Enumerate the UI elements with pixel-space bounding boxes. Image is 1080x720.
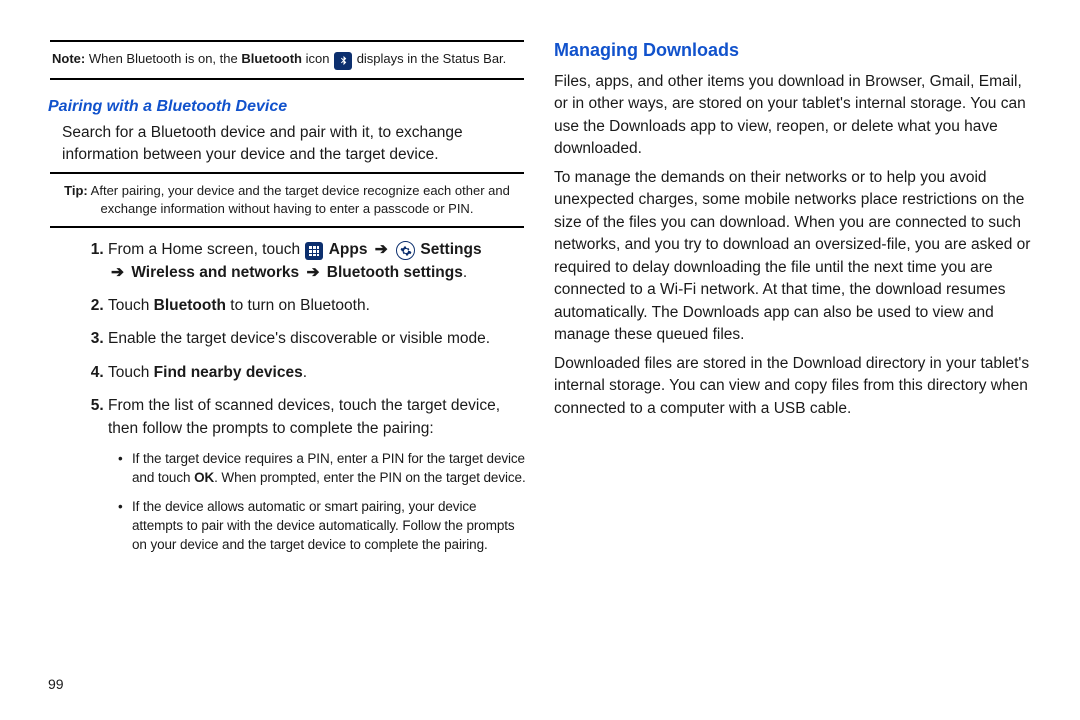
s5text: From the list of scanned devices, touch … <box>108 397 500 437</box>
downloads-p1: Files, apps, and other items you downloa… <box>554 71 1032 161</box>
gear-icon <box>396 241 415 260</box>
note-bold: Bluetooth <box>241 51 302 66</box>
left-column: Note: When Bluetooth is on, the Bluetoot… <box>48 36 526 720</box>
bluetooth-icon <box>334 52 352 70</box>
apps-label: Apps <box>329 241 368 258</box>
note-text: Note: When Bluetooth is on, the Bluetoot… <box>50 46 524 74</box>
downloads-p3: Downloaded files are stored in the Downl… <box>554 353 1032 420</box>
arrow-icon <box>372 241 391 258</box>
sub1b: OK <box>194 470 214 485</box>
note-part1: When Bluetooth is on, the <box>89 51 241 66</box>
step1-tail: . <box>463 264 467 281</box>
step-5: From the list of scanned devices, touch … <box>108 394 526 555</box>
step-3: Enable the target device's discoverable … <box>108 327 526 350</box>
right-column: Managing Downloads Files, apps, and othe… <box>554 36 1032 720</box>
s2a: Touch <box>108 297 154 314</box>
note-tail: displays in the Status Bar. <box>357 51 507 66</box>
arrow-icon <box>108 264 127 281</box>
page: Note: When Bluetooth is on, the Bluetoot… <box>0 0 1080 720</box>
tip-block: Tip: After pairing, your device and the … <box>48 172 526 227</box>
step-1: From a Home screen, touch Apps Settings … <box>108 238 526 285</box>
settings-label: Settings <box>420 241 481 258</box>
arrow-icon <box>303 264 322 281</box>
step-4: Touch Find nearby devices. <box>108 361 526 384</box>
step-2: Touch Bluetooth to turn on Bluetooth. <box>108 294 526 317</box>
rule <box>50 226 524 228</box>
s2c: to turn on Bluetooth. <box>226 297 370 314</box>
s4c: . <box>303 364 307 381</box>
rule <box>50 172 524 174</box>
tip-body: After pairing, your device and the targe… <box>91 183 510 216</box>
substep-2: If the device allows automatic or smart … <box>118 498 526 555</box>
tip-text: Tip: After pairing, your device and the … <box>50 178 524 221</box>
note-label: Note: <box>52 51 85 66</box>
intro-paragraph: Search for a Bluetooth device and pair w… <box>48 122 526 167</box>
steps-list: From a Home screen, touch Apps Settings … <box>48 238 526 555</box>
substeps: If the target device requires a PIN, ent… <box>108 450 526 554</box>
apps-icon <box>305 242 323 260</box>
tip-label: Tip: <box>64 183 88 198</box>
section-heading-downloads: Managing Downloads <box>554 40 1032 61</box>
s4b: Find nearby devices <box>154 364 303 381</box>
btsettings-label: Bluetooth settings <box>327 264 463 281</box>
s4a: Touch <box>108 364 154 381</box>
substep-1: If the target device requires a PIN, ent… <box>118 450 526 488</box>
note-part2: icon <box>302 51 333 66</box>
sub1c: . When prompted, enter the PIN on the ta… <box>214 470 525 485</box>
note-block: Note: When Bluetooth is on, the Bluetoot… <box>48 40 526 80</box>
page-number: 99 <box>48 676 64 692</box>
step1-a: From a Home screen, touch <box>108 241 304 258</box>
section-heading-pairing: Pairing with a Bluetooth Device <box>48 98 526 116</box>
s2b: Bluetooth <box>154 297 226 314</box>
rule <box>50 78 524 80</box>
downloads-p2: To manage the demands on their networks … <box>554 167 1032 347</box>
rule <box>50 40 524 42</box>
wireless-label: Wireless and networks <box>131 264 299 281</box>
